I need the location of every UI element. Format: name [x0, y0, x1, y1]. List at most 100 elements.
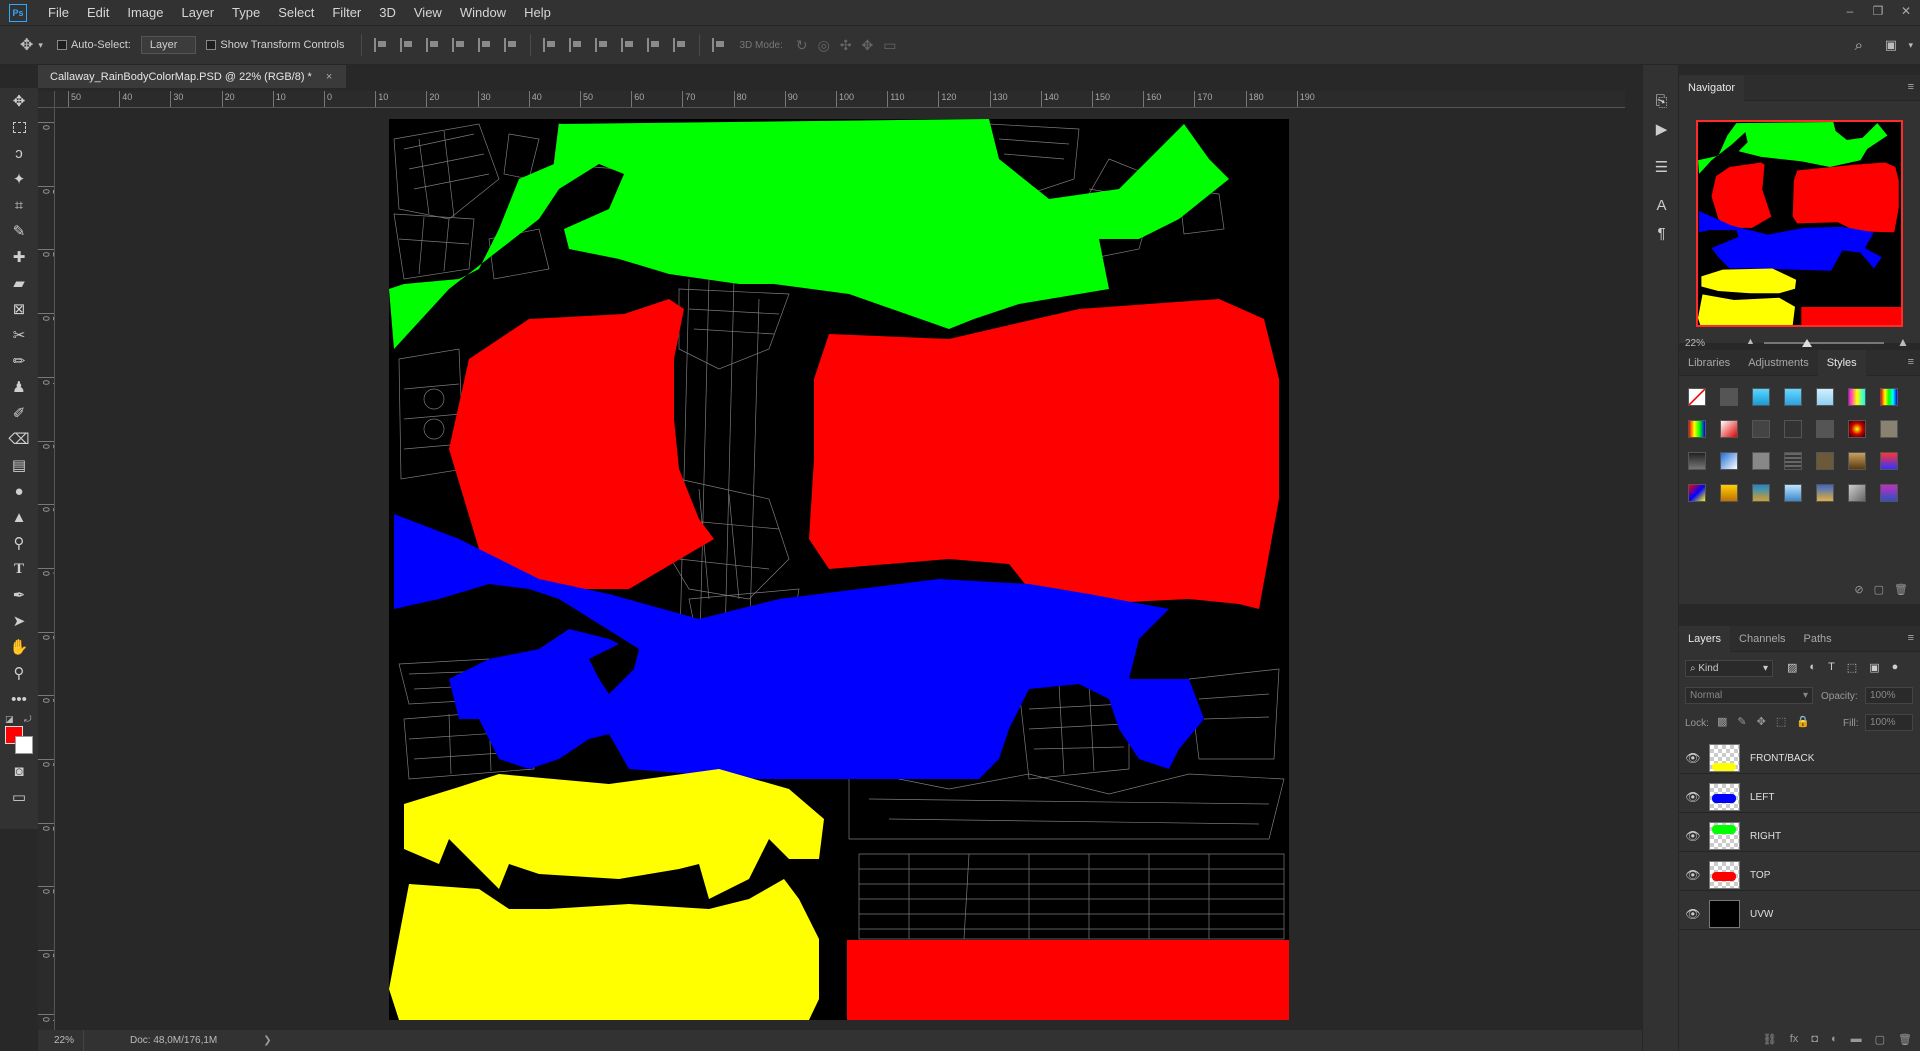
dodge-tool-icon[interactable]: ⚲	[0, 530, 38, 556]
document-tab[interactable]: Callaway_RainBodyColorMap.PSD @ 22% (RGB…	[38, 65, 346, 88]
document-canvas[interactable]	[389, 119, 1289, 1020]
blend-mode-dropdown[interactable]: Normal ▾	[1685, 687, 1813, 704]
ruler-corner[interactable]	[38, 91, 55, 108]
layer-filter-dropdown[interactable]: ⌕ Kind ▾	[1685, 660, 1773, 677]
move-tool-icon[interactable]: ✥	[0, 88, 38, 114]
auto-align-icon[interactable]	[711, 38, 726, 52]
background-color-swatch[interactable]	[15, 736, 33, 754]
clear-style-icon[interactable]: ⊘	[1854, 583, 1863, 596]
lock-artboard-icon[interactable]: ⬚	[1776, 715, 1786, 728]
default-colors-icon[interactable]: ◪	[5, 714, 14, 725]
menu-image[interactable]: Image	[118, 0, 172, 25]
style-swatch[interactable]	[1848, 388, 1866, 406]
align-hcenter-icon[interactable]	[477, 38, 492, 52]
history-brush-tool-icon[interactable]: ✐	[0, 400, 38, 426]
style-swatch[interactable]	[1880, 452, 1898, 470]
add-mask-icon[interactable]: ◘	[1811, 1033, 1818, 1046]
magic-wand-tool-icon[interactable]: ✦	[0, 166, 38, 192]
restore-button[interactable]: ❐	[1864, 0, 1892, 25]
align-vcenter-icon[interactable]	[399, 38, 414, 52]
character-icon[interactable]: A	[1643, 191, 1680, 219]
zoom-in-icon[interactable]: ▲	[1897, 335, 1909, 349]
tab-navigator[interactable]: Navigator	[1679, 74, 1745, 101]
marquee-tool-icon[interactable]	[0, 114, 38, 140]
layer-thumbnail[interactable]	[1709, 744, 1740, 772]
zoom-out-icon[interactable]: ▲	[1746, 336, 1755, 346]
style-swatch[interactable]	[1784, 388, 1802, 406]
tab-paths[interactable]: Paths	[1795, 626, 1841, 652]
swap-colors-icon[interactable]: ⤾	[24, 714, 32, 725]
style-swatch[interactable]	[1752, 388, 1770, 406]
menu-select[interactable]: Select	[269, 0, 323, 25]
navigator-menu-icon[interactable]: ≡	[1908, 81, 1914, 93]
navigator-zoom-value[interactable]: 22%	[1679, 338, 1739, 349]
menu-file[interactable]: File	[39, 0, 78, 25]
tab-adjustments[interactable]: Adjustments	[1739, 350, 1818, 376]
tab-channels[interactable]: Channels	[1730, 626, 1794, 652]
style-swatch[interactable]	[1816, 388, 1834, 406]
style-swatch[interactable]	[1720, 388, 1738, 406]
quick-mask-icon[interactable]: ◙	[0, 758, 38, 784]
transform-tool-icon[interactable]: ✂	[0, 322, 38, 348]
minimize-button[interactable]: –	[1836, 0, 1864, 25]
filter-adjustment-icon[interactable]: ◐	[1809, 661, 1816, 674]
filter-smart-icon[interactable]: ▣	[1869, 661, 1879, 674]
new-group-icon[interactable]: ▬	[1851, 1033, 1862, 1046]
distribute-left-icon[interactable]	[620, 38, 635, 52]
crop-tool-icon[interactable]: ⌗	[0, 192, 38, 218]
auto-select-checkbox[interactable]: Auto-Select:	[56, 39, 131, 51]
new-style-icon[interactable]: ▢	[1874, 583, 1884, 596]
3d-orbit-icon[interactable]: ↻	[796, 37, 808, 54]
style-swatch[interactable]	[1752, 484, 1770, 502]
filter-toggle-icon[interactable]: ●	[1892, 661, 1899, 674]
close-window-button[interactable]: ✕	[1892, 0, 1920, 25]
patch-tool-icon[interactable]: ▰	[0, 270, 38, 296]
menu-type[interactable]: Type	[223, 0, 269, 25]
layer-thumbnail[interactable]	[1709, 861, 1740, 889]
blur-tool-icon[interactable]: ●	[0, 478, 38, 504]
stamp-tool-icon[interactable]: ♟	[0, 374, 38, 400]
tab-layers[interactable]: Layers	[1679, 625, 1731, 652]
layer-style-icon[interactable]: fx	[1790, 1033, 1799, 1046]
style-swatch[interactable]	[1688, 484, 1706, 502]
status-zoom[interactable]: 22%	[38, 1030, 84, 1051]
style-swatch[interactable]	[1752, 420, 1770, 438]
paragraph-icon[interactable]: ¶	[1643, 219, 1680, 247]
link-layers-icon[interactable]: ⛓	[1763, 1033, 1777, 1046]
style-swatch[interactable]	[1720, 484, 1738, 502]
layer-thumbnail[interactable]	[1709, 783, 1740, 811]
align-left-icon[interactable]	[451, 38, 466, 52]
style-swatch[interactable]	[1848, 484, 1866, 502]
style-swatch[interactable]	[1784, 452, 1802, 470]
zoom-tool-icon[interactable]: ⚲	[0, 660, 38, 686]
type-tool-icon[interactable]: T	[0, 556, 38, 582]
workspace-icon[interactable]: ▣	[1885, 37, 1897, 53]
layer-thumbnail[interactable]	[1709, 900, 1740, 928]
3d-scale-icon[interactable]: ▭	[883, 37, 896, 54]
status-menu-arrow-icon[interactable]: ❯	[263, 1035, 271, 1046]
style-swatch[interactable]	[1880, 388, 1898, 406]
path-selection-tool-icon[interactable]: ➤	[0, 608, 38, 634]
style-swatch[interactable]	[1752, 452, 1770, 470]
menu-edit[interactable]: Edit	[78, 0, 118, 25]
lock-all-icon[interactable]: 🔒	[1796, 715, 1810, 728]
visibility-eye-icon[interactable]: 👁	[1679, 790, 1707, 804]
horizontal-ruler[interactable]: 50 40 30 20 10 0 10 20 30 40 50 60 70 80 90 100 110 120 13…	[55, 91, 1625, 108]
fill-field[interactable]: 100%	[1865, 714, 1913, 731]
styles-menu-icon[interactable]: ≡	[1908, 356, 1914, 368]
vertical-ruler[interactable]: 0 1 0 2 0 3 0 4 0 5 0 6 0 7 0 8 0 9 0 1 0 0 1 1 0 1 …	[38, 108, 55, 1030]
opacity-field[interactable]: 100%	[1865, 687, 1913, 704]
style-swatch[interactable]	[1784, 420, 1802, 438]
tool-preset-chevron-icon[interactable]: ▾	[38, 40, 43, 51]
distribute-right-icon[interactable]	[672, 38, 687, 52]
layers-menu-icon[interactable]: ≡	[1908, 632, 1914, 644]
style-swatch[interactable]	[1688, 420, 1706, 438]
auto-select-check-icon[interactable]	[56, 40, 67, 50]
more-tools-icon[interactable]: •••	[0, 686, 38, 712]
style-swatch[interactable]	[1688, 452, 1706, 470]
healing-brush-tool-icon[interactable]: ✚	[0, 244, 38, 270]
style-swatch[interactable]	[1880, 484, 1898, 502]
style-swatch[interactable]	[1880, 420, 1898, 438]
sharpen-tool-icon[interactable]: ▲	[0, 504, 38, 530]
menu-layer[interactable]: Layer	[173, 0, 224, 25]
